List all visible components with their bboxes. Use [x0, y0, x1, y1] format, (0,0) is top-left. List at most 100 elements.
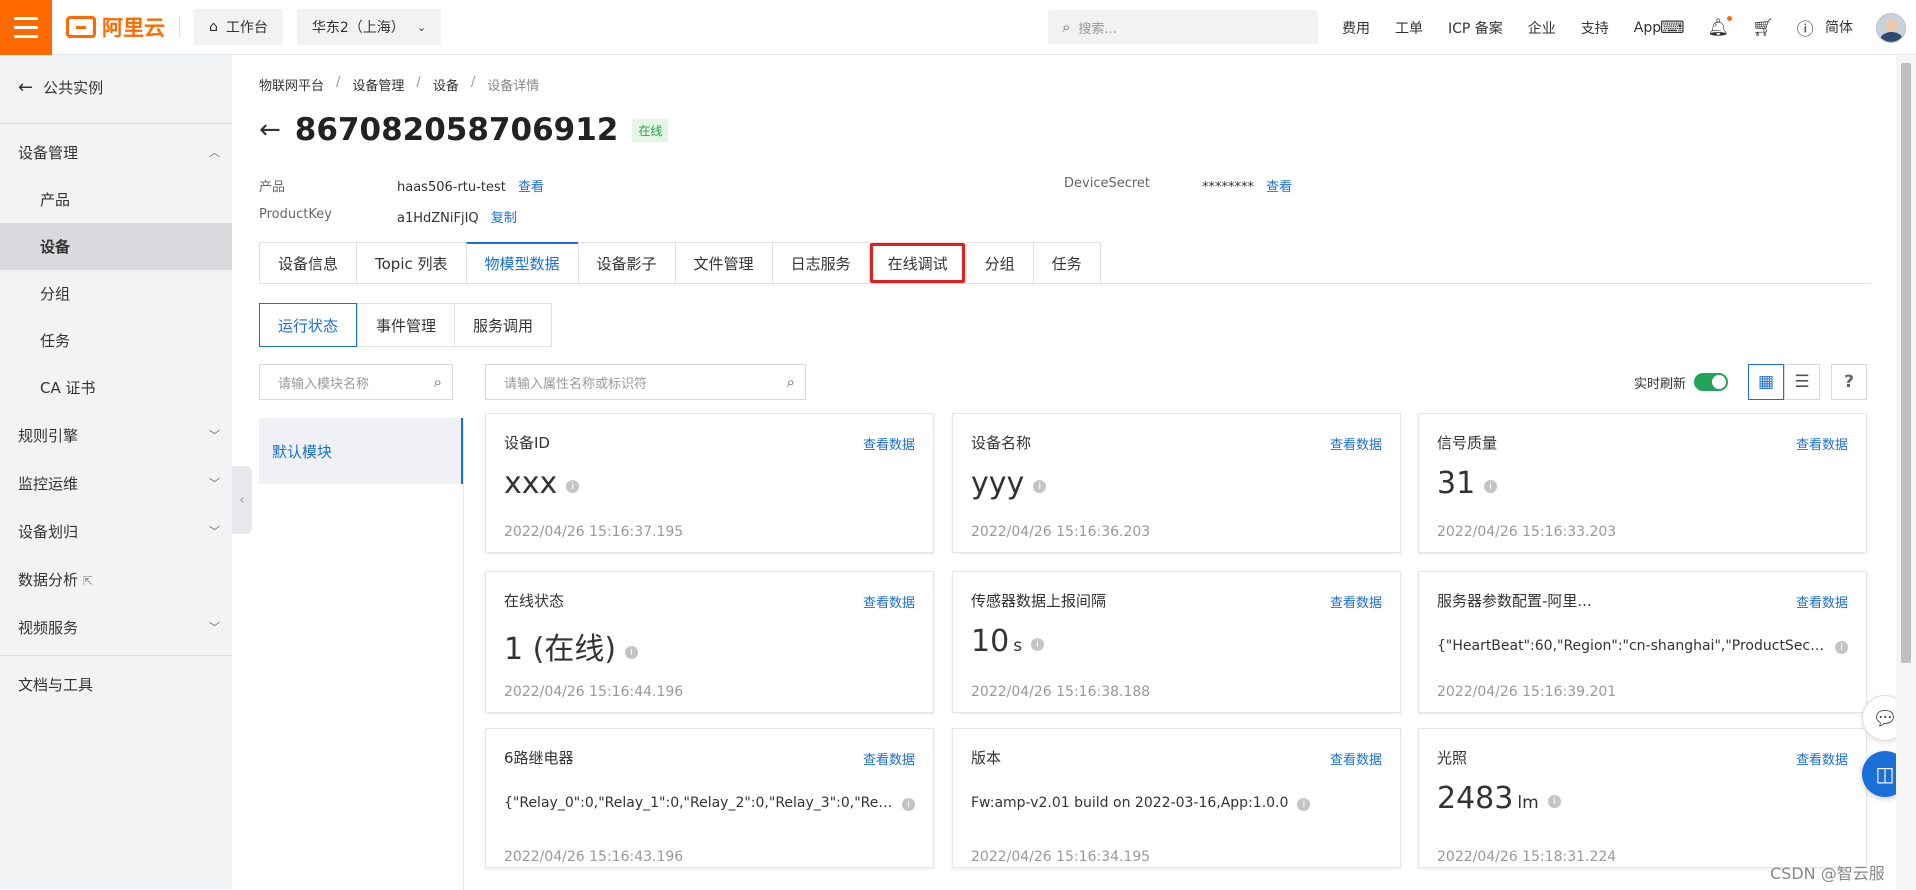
product-label: 产品: [259, 180, 286, 195]
sidebar-item-group[interactable]: 分组: [0, 270, 232, 317]
product-view-link[interactable]: 查看: [518, 180, 544, 195]
info-icon[interactable]: i: [1835, 641, 1848, 654]
breadcrumb-iot-platform[interactable]: 物联网平台: [259, 75, 324, 94]
list-view-button[interactable]: ☰: [1784, 364, 1821, 400]
module-search-input[interactable]: 请输入模块名称 ⌕: [259, 364, 453, 400]
view-data-link[interactable]: 查看数据: [1330, 749, 1382, 768]
scrollbar[interactable]: [1896, 55, 1916, 889]
info-icon[interactable]: i: [1297, 798, 1311, 811]
property-search-input[interactable]: 请输入属性名称或标识符 ⌕: [485, 364, 806, 400]
tab-group[interactable]: 分组: [965, 242, 1033, 284]
bell-icon[interactable]: 🔔︎: [1708, 15, 1733, 38]
logo-text: 阿里云: [102, 16, 165, 40]
top-link-support[interactable]: 支持: [1581, 18, 1609, 38]
cart-icon[interactable]: 🛒︎: [1752, 18, 1774, 38]
property-value-text: 10: [971, 624, 1010, 659]
scrollbar-thumb[interactable]: [1901, 63, 1911, 663]
workbench-button[interactable]: ⌂ 工作台: [194, 9, 283, 45]
devicesecret-value-row: ******** 查看: [1202, 176, 1292, 195]
subtab-service-call[interactable]: 服务调用: [454, 303, 553, 347]
devicesecret-view-link[interactable]: 查看: [1266, 180, 1292, 195]
sidebar-group-monitoring[interactable]: 监控运维 ﹀: [0, 459, 232, 507]
info-icon[interactable]: i: [625, 646, 639, 659]
realtime-refresh-toggle[interactable]: [1694, 373, 1729, 391]
search-icon: ⌕: [786, 373, 795, 391]
top-link-app[interactable]: App: [1634, 20, 1661, 36]
module-list: 默认模块: [259, 418, 464, 890]
home-icon: ⌂: [209, 19, 218, 35]
module-item-default[interactable]: 默认模块: [259, 418, 463, 484]
product-value-row: haas506-rtu-test 查看: [397, 176, 544, 195]
property-timestamp: 2022/04/26 15:16:37.195: [504, 524, 684, 540]
region-selector[interactable]: 华东2（上海） ⌄: [296, 9, 442, 45]
devicesecret-label: DeviceSecret: [1064, 176, 1151, 191]
sidebar-item-ca-cert[interactable]: CA 证书: [0, 364, 232, 411]
productkey-copy-link[interactable]: 复制: [491, 211, 517, 226]
chevron-down-icon: ﹀: [209, 525, 220, 538]
language-switch[interactable]: 简体: [1825, 17, 1853, 37]
productkey-label: ProductKey: [259, 207, 332, 222]
property-name: 传感器数据上报间隔: [971, 592, 1107, 610]
arrow-left-icon[interactable]: ←: [259, 115, 281, 145]
avatar[interactable]: [1876, 13, 1906, 43]
view-data-link[interactable]: 查看数据: [1330, 434, 1382, 453]
view-data-link[interactable]: 查看数据: [863, 434, 915, 453]
view-data-link[interactable]: 查看数据: [863, 749, 915, 768]
view-data-link[interactable]: 查看数据: [1796, 592, 1848, 611]
property-value: 31 i: [1437, 466, 1498, 501]
sidebar-back-button[interactable]: ← 公共实例: [0, 55, 232, 119]
tab-task[interactable]: 任务: [1032, 242, 1101, 284]
tab-thing-model-data[interactable]: 物模型数据: [465, 242, 578, 284]
tab-device-info[interactable]: 设备信息: [259, 242, 357, 284]
property-name: 设备名称: [971, 434, 1032, 452]
top-link-enterprise[interactable]: 企业: [1528, 18, 1556, 38]
info-icon[interactable]: i: [566, 480, 580, 493]
property-value-text: Fw:amp-v2.01 build on 2022-03-16,App:1.0…: [971, 795, 1289, 811]
info-icon[interactable]: i: [902, 798, 915, 811]
info-icon[interactable]: i: [1484, 480, 1498, 493]
chevron-down-icon: ⌄: [416, 20, 427, 34]
sidebar-item-docs-tools[interactable]: 文档与工具: [0, 660, 232, 708]
page-title: 867082058706912: [294, 112, 619, 148]
tab-file-management[interactable]: 文件管理: [674, 242, 772, 284]
property-value-text: xxx: [504, 466, 558, 501]
view-data-link[interactable]: 查看数据: [1330, 592, 1382, 611]
sidebar-item-device[interactable]: 设备: [0, 223, 232, 270]
property-value-text: {"HeartBeat":60,"Region":"cn-shanghai","…: [1437, 638, 1826, 654]
property-value: Fw:amp-v2.01 build on 2022-03-16,App:1.0…: [971, 795, 1382, 811]
global-search-input[interactable]: ⌕ 搜索...: [1048, 10, 1318, 44]
sidebar-group-device-management[interactable]: 设备管理 ︿: [0, 128, 232, 176]
info-icon[interactable]: i: [1033, 480, 1047, 493]
property-timestamp: 2022/04/26 15:18:31.224: [1437, 849, 1617, 865]
property-unit: s: [1013, 636, 1023, 656]
sidebar-group-rules[interactable]: 规则引擎 ﹀: [0, 411, 232, 459]
aliyun-logo[interactable]: 阿里云: [66, 12, 165, 42]
sidebar-item-product[interactable]: 产品: [0, 176, 232, 223]
grid-view-button[interactable]: ▦: [1748, 364, 1785, 400]
view-data-link[interactable]: 查看数据: [1796, 749, 1848, 768]
help-circle-icon[interactable]: ⓘ: [1797, 15, 1814, 40]
terminal-icon[interactable]: ⌨: [1660, 18, 1685, 38]
top-link-cost[interactable]: 费用: [1342, 18, 1370, 38]
help-button[interactable]: ?: [1831, 364, 1868, 400]
tab-log-service[interactable]: 日志服务: [771, 242, 869, 284]
subtab-event-management[interactable]: 事件管理: [357, 303, 455, 347]
info-icon[interactable]: i: [1031, 638, 1045, 651]
view-data-link[interactable]: 查看数据: [1796, 434, 1848, 453]
top-link-icp[interactable]: ICP 备案: [1448, 18, 1503, 38]
breadcrumb-device-management[interactable]: 设备管理: [352, 75, 404, 94]
devicesecret-info: DeviceSecret: [1064, 176, 1150, 191]
sidebar-group-data-analysis[interactable]: 数据分析 ⇱: [0, 555, 232, 603]
tab-online-debug[interactable]: 在线调试: [868, 242, 966, 284]
sidebar-group-device-assign[interactable]: 设备划归 ﹀: [0, 507, 232, 555]
info-icon[interactable]: i: [1547, 795, 1561, 808]
top-link-ticket[interactable]: 工单: [1395, 18, 1423, 38]
subtab-runtime-status[interactable]: 运行状态: [259, 303, 358, 347]
tab-device-shadow[interactable]: 设备影子: [577, 242, 675, 284]
sidebar-group-video[interactable]: 视频服务 ﹀: [0, 603, 232, 651]
sidebar-item-task[interactable]: 任务: [0, 317, 232, 364]
menu-icon[interactable]: [0, 0, 52, 55]
view-data-link[interactable]: 查看数据: [863, 592, 915, 611]
breadcrumb-device[interactable]: 设备: [433, 75, 459, 94]
tab-topic-list[interactable]: Topic 列表: [356, 242, 466, 284]
